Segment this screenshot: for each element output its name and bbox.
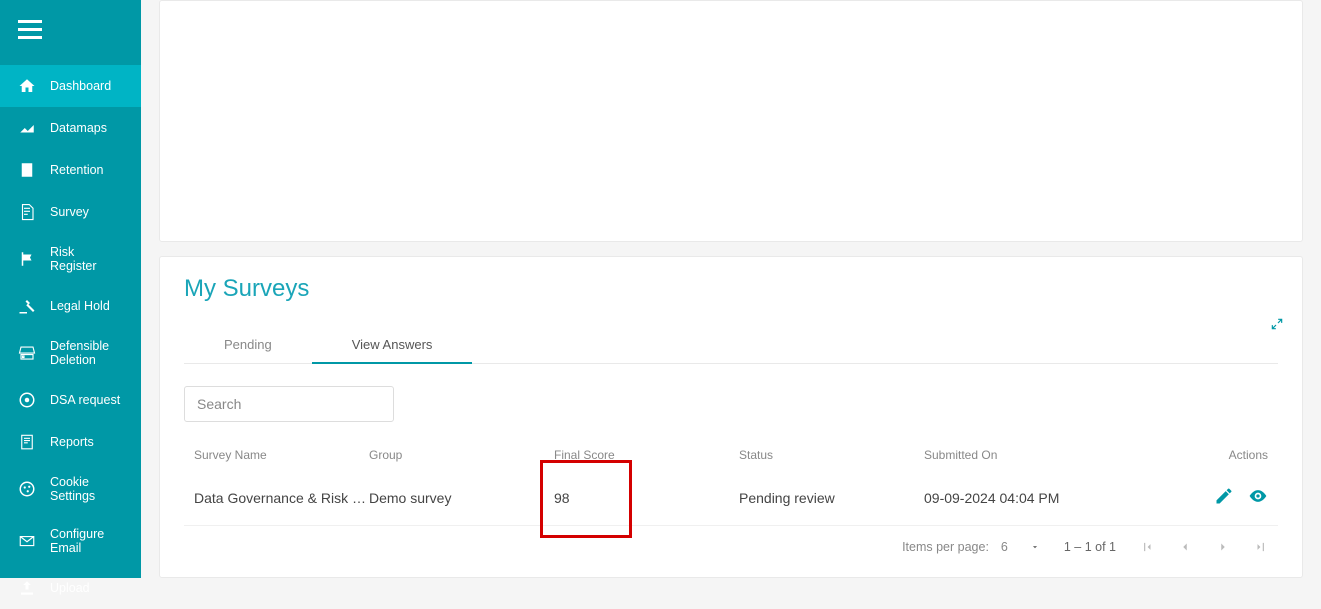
tabs: Pending View Answers (184, 327, 1278, 364)
my-surveys-card: My Surveys Pending View Answers Survey N… (159, 256, 1303, 578)
sidebar-item-survey[interactable]: Survey (0, 191, 141, 233)
sidebar-item-risk-register[interactable]: Risk Register (0, 233, 141, 285)
sidebar-item-label: Datamaps (50, 121, 107, 135)
sidebar: Dashboard Datamaps Retention Survey Risk… (0, 0, 141, 578)
email-icon (18, 532, 36, 550)
col-header-submitted-on: Submitted On (924, 448, 1214, 462)
col-header-actions: Actions (1214, 448, 1278, 462)
cell-final-score: 98 (554, 490, 739, 506)
sidebar-item-label: Defensible Deletion (50, 339, 123, 367)
col-header-survey-name: Survey Name (184, 448, 369, 462)
pagination-buttons (1140, 540, 1268, 554)
chart-icon (18, 119, 36, 137)
sidebar-item-reports[interactable]: Reports (0, 421, 141, 463)
sidebar-item-label: Upload (50, 581, 90, 595)
report-icon (18, 433, 36, 451)
sidebar-item-dashboard[interactable]: Dashboard (0, 65, 141, 107)
tab-pending[interactable]: Pending (184, 327, 312, 363)
edit-icon[interactable] (1214, 486, 1234, 506)
drive-icon (18, 344, 36, 362)
tab-view-answers[interactable]: View Answers (312, 327, 473, 364)
first-page-icon[interactable] (1140, 540, 1154, 554)
sidebar-item-label: Cookie Settings (50, 475, 123, 503)
col-header-final-score: Final Score (554, 448, 739, 462)
gavel-icon (18, 297, 36, 315)
items-per-page-value: 6 (1001, 540, 1008, 554)
hamburger-icon (18, 20, 42, 40)
page-title: My Surveys (184, 275, 1278, 303)
sidebar-item-datamaps[interactable]: Datamaps (0, 107, 141, 149)
final-score-value: 98 (554, 490, 570, 506)
prev-page-icon[interactable] (1178, 540, 1192, 554)
chevron-down-icon (1030, 542, 1040, 552)
sidebar-item-label: Legal Hold (50, 299, 110, 313)
pagination-range: 1 – 1 of 1 (1064, 540, 1116, 554)
sidebar-item-cookie-settings[interactable]: Cookie Settings (0, 463, 141, 515)
col-header-status: Status (739, 448, 924, 462)
hamburger-menu-button[interactable] (0, 0, 141, 65)
cell-actions (1214, 486, 1278, 509)
sidebar-item-label: Configure Email (50, 527, 123, 555)
home-icon (18, 77, 36, 95)
main-content: My Surveys Pending View Answers Survey N… (141, 0, 1321, 578)
sidebar-item-configure-email[interactable]: Configure Email (0, 515, 141, 567)
document-icon (18, 203, 36, 221)
building-icon (18, 161, 36, 179)
sidebar-item-label: Survey (50, 205, 89, 219)
last-page-icon[interactable] (1254, 540, 1268, 554)
cell-status: Pending review (739, 490, 924, 506)
col-header-group: Group (369, 448, 554, 462)
next-page-icon[interactable] (1216, 540, 1230, 554)
cookie-icon (18, 480, 36, 498)
sidebar-item-label: Risk Register (50, 245, 123, 273)
table-header: Survey Name Group Final Score Status Sub… (184, 440, 1278, 470)
flag-icon (18, 250, 36, 268)
items-per-page-select[interactable]: 6 (1001, 540, 1040, 554)
cell-group: Demo survey (369, 490, 554, 506)
sidebar-item-upload[interactable]: Upload (0, 567, 141, 609)
items-per-page: Items per page: 6 (902, 540, 1040, 554)
items-per-page-label: Items per page: (902, 540, 989, 554)
pagination: Items per page: 6 1 – 1 of 1 (184, 526, 1278, 558)
sidebar-item-dsa-request[interactable]: DSA request (0, 379, 141, 421)
top-card (159, 0, 1303, 242)
view-icon[interactable] (1248, 486, 1268, 506)
sidebar-item-label: Dashboard (50, 79, 111, 93)
expand-icon (1270, 317, 1284, 331)
sidebar-item-retention[interactable]: Retention (0, 149, 141, 191)
sidebar-item-defensible-deletion[interactable]: Defensible Deletion (0, 327, 141, 379)
cell-survey-name: Data Governance & Risk Mana... (184, 490, 369, 506)
cell-submitted-on: 09-09-2024 04:04 PM (924, 490, 1214, 506)
search-input[interactable] (184, 386, 394, 422)
sidebar-item-label: DSA request (50, 393, 120, 407)
upload-icon (18, 579, 36, 597)
table-row: Data Governance & Risk Mana... Demo surv… (184, 470, 1278, 526)
sidebar-item-label: Retention (50, 163, 104, 177)
sidebar-item-legal-hold[interactable]: Legal Hold (0, 285, 141, 327)
expand-button[interactable] (1270, 317, 1284, 336)
target-icon (18, 391, 36, 409)
sidebar-item-label: Reports (50, 435, 94, 449)
surveys-table: Survey Name Group Final Score Status Sub… (184, 440, 1278, 526)
